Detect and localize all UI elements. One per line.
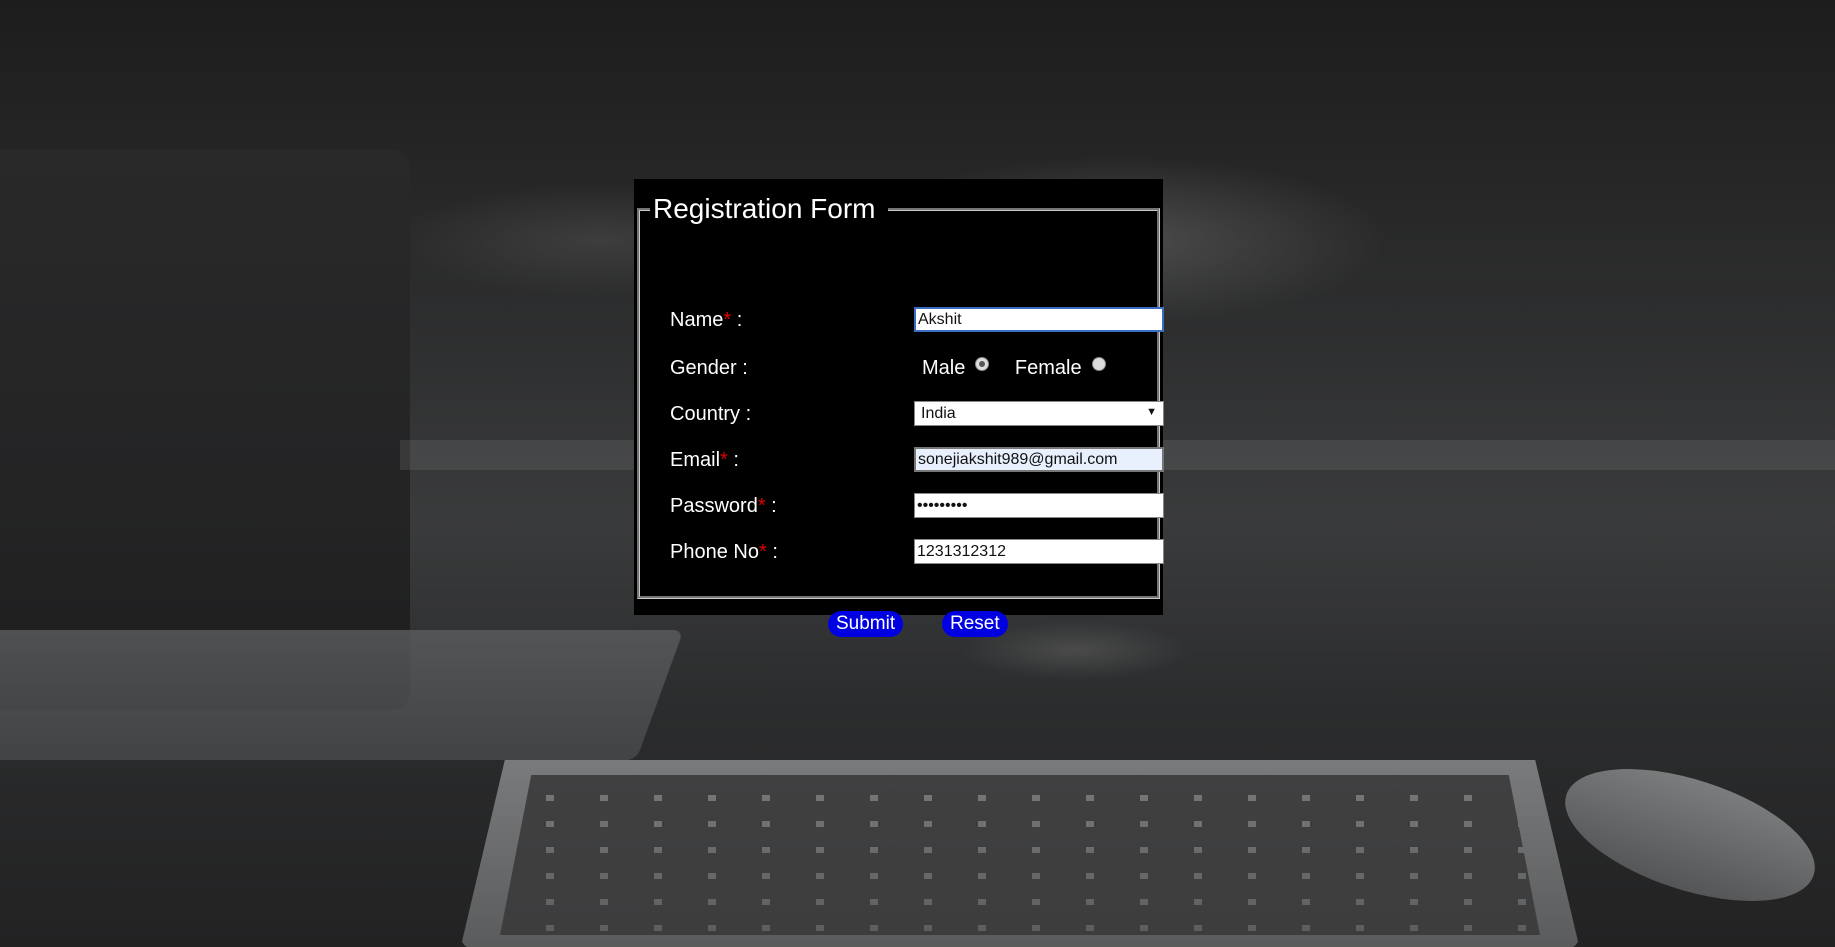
gender-option-male-label: Male [922,357,966,380]
gender-option-female[interactable]: Female [1015,357,1106,380]
required-star: * [757,495,766,517]
name-row: Name* : Akshit [670,307,1164,335]
phone-row: Phone No* : 1231312312 [670,539,1164,567]
password-input[interactable]: ••••••••• [914,493,1164,518]
gender-radio-male[interactable] [975,357,990,372]
registration-fieldset: Registration Form Name* : Akshit Gender … [637,193,1164,637]
name-label: Name* : [670,309,743,331]
chevron-down-icon: ▼ [1146,406,1157,418]
reset-button[interactable]: Reset [942,611,1008,637]
background-laptop [0,150,410,710]
email-label: Email* : [670,449,739,471]
required-star: * [758,541,767,563]
country-select[interactable]: India ▼ [914,401,1164,426]
country-select-value: India [921,405,956,422]
required-star: * [720,449,728,471]
form-title: Registration Form [653,193,876,224]
gender-label: Gender : [670,357,748,379]
required-star: * [723,309,732,331]
button-row: Submit Reset [670,611,1140,639]
password-label: Password* : [670,495,777,517]
country-label: Country : [670,403,752,425]
email-row: Email* : sonejiakshit989@gmail.com [670,447,1164,475]
submit-button[interactable]: Submit [828,611,904,637]
background-laptop-base [0,630,684,760]
phone-input[interactable]: 1231312312 [914,539,1164,564]
email-input[interactable]: sonejiakshit989@gmail.com [914,447,1164,472]
registration-form-panel: Registration Form Name* : Akshit Gender … [634,179,1164,637]
background-mouse [1549,742,1831,928]
country-row: Country : India ▼ [670,401,1164,429]
gender-row: Gender : Male Female [670,355,1140,383]
background-keyboard-keys [500,775,1540,935]
gender-option-male[interactable]: Male [922,357,990,380]
name-input[interactable]: Akshit [914,307,1164,332]
password-row: Password* : ••••••••• [670,493,1164,521]
gender-radio-female[interactable] [1091,357,1106,372]
gender-option-female-label: Female [1014,357,1082,380]
gender-radio-group: Male Female [922,357,1126,380]
phone-label: Phone No* : [670,541,778,563]
